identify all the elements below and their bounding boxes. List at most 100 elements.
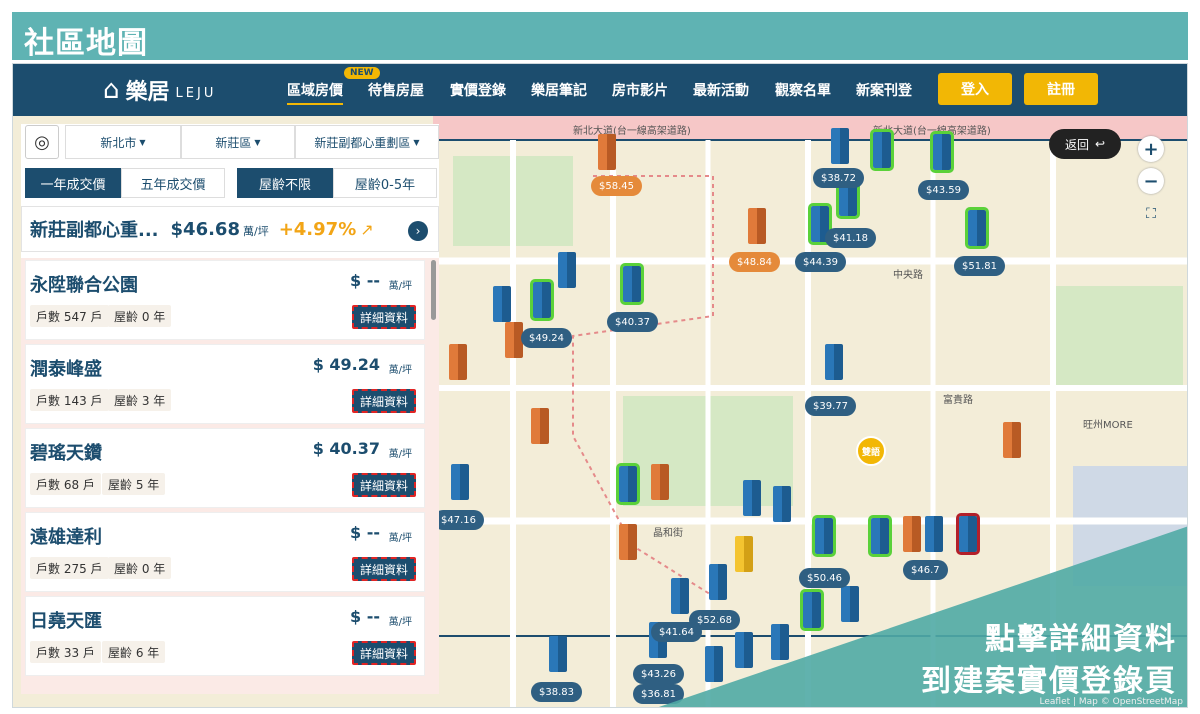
price-tag[interactable]: $48.84 <box>729 252 780 272</box>
age-tag: 屋齡 0 年 <box>108 557 172 579</box>
age-0-5-button[interactable]: 屋齡0-5年 <box>333 168 437 198</box>
building-marker[interactable] <box>748 208 766 244</box>
summary-name: 新莊副都心重... <box>30 220 159 241</box>
detail-button[interactable]: 詳細資料 <box>351 389 416 413</box>
navbar: ⌂ 樂居 LEJU 區域房價 NEW 待售房屋 實價登錄 樂居筆記 房市影片 最… <box>13 64 1187 116</box>
list-item[interactable]: 碧瑤天鑽 $ 40.37 萬/坪 戶數 68 戶 屋齡 5 年 詳細資料 <box>25 428 425 508</box>
age-tag: 屋齡 0 年 <box>108 305 172 327</box>
price-tag[interactable]: $47.16 <box>433 510 484 530</box>
nav-new-listing[interactable]: 新案刊登 <box>856 80 912 100</box>
app-window: ⌂ 樂居 LEJU 區域房價 NEW 待售房屋 實價登錄 樂居筆記 房市影片 最… <box>12 63 1188 708</box>
street-label: 中央路 <box>893 270 923 281</box>
city-select[interactable]: 新北市 ▼ <box>65 125 181 159</box>
households-tag: 戶數 547 戶 <box>30 305 109 327</box>
new-badge: NEW <box>344 67 380 79</box>
price-tag[interactable]: $49.24 <box>521 328 572 348</box>
listing-unit: 萬/坪 <box>388 281 412 292</box>
area-value: 新莊副都心重劃區 <box>314 135 411 150</box>
building-marker[interactable] <box>549 636 567 672</box>
caption-line-2: 到建案實價登錄頁 <box>921 664 1177 699</box>
building-marker[interactable] <box>930 131 954 173</box>
list-scrollbar[interactable] <box>431 260 436 320</box>
building-marker[interactable] <box>651 464 669 500</box>
price-tag[interactable]: $40.37 <box>607 312 658 332</box>
building-marker[interactable] <box>451 464 469 500</box>
register-button[interactable]: 註冊 <box>1024 73 1098 105</box>
summary-unit: 萬/坪 <box>242 225 269 238</box>
listing-list[interactable]: 永陞聯合公園 $ -- 萬/坪 戶數 547 戶 屋齡 0 年 詳細資料 潤泰峰… <box>21 258 439 694</box>
price-tag[interactable]: $44.39 <box>795 252 846 272</box>
area-select[interactable]: 新莊副都心重劃區 ▼ <box>295 125 439 159</box>
building-marker[interactable] <box>530 279 554 321</box>
building-marker[interactable] <box>449 344 467 380</box>
banner-title: 社區地圖 <box>24 26 148 61</box>
fullscreen-icon[interactable]: ⛶ <box>1139 202 1163 226</box>
street-label: 富貴路 <box>943 395 973 406</box>
zoom-out-button[interactable]: − <box>1138 168 1164 194</box>
school-pin-icon[interactable]: 雙語 <box>856 436 886 466</box>
age-tag: 屋齡 3 年 <box>108 389 172 411</box>
summary-change: +4.97% <box>278 218 357 240</box>
district-select[interactable]: 新莊區 ▼ <box>181 125 295 159</box>
building-marker[interactable] <box>743 480 761 516</box>
side-panel: ◎ 新北市 ▼ 新莊區 ▼ 新莊副都心重劃區 ▼ 一年成交價 五年成交價 屋齡不限 屋… <box>21 124 439 694</box>
price-tag[interactable]: $41.18 <box>825 228 876 248</box>
building-marker[interactable] <box>1003 422 1021 458</box>
price-tag[interactable]: $58.45 <box>591 176 642 196</box>
title-banner: 社區地圖 <box>12 12 1188 61</box>
chevron-down-icon: ▼ <box>139 137 146 147</box>
area-summary[interactable]: 新莊副都心重... $46.68 萬/坪 +4.97% ↗ › <box>21 206 439 252</box>
city-value: 新北市 <box>100 135 137 150</box>
period-five-year-button[interactable]: 五年成交價 <box>121 168 225 198</box>
nav-notes[interactable]: 樂居筆記 <box>531 80 587 100</box>
building-marker[interactable] <box>531 408 549 444</box>
nav-region-price[interactable]: 區域房價 <box>287 80 343 105</box>
list-item[interactable]: 永陞聯合公園 $ -- 萬/坪 戶數 547 戶 屋齡 0 年 詳細資料 <box>25 260 425 340</box>
detail-button[interactable]: 詳細資料 <box>351 641 416 665</box>
price-tag[interactable]: $38.83 <box>531 682 582 702</box>
listing-price: $ 49.24 <box>312 355 380 374</box>
list-item[interactable]: 潤泰峰盛 $ 49.24 萬/坪 戶數 143 戶 屋齡 3 年 詳細資料 <box>25 344 425 424</box>
listing-name: 潤泰峰盛 <box>30 359 102 380</box>
price-tag[interactable]: $38.72 <box>813 168 864 188</box>
price-tag[interactable]: $43.59 <box>918 180 969 200</box>
nav-events[interactable]: 最新活動 <box>693 80 749 100</box>
building-marker[interactable] <box>825 344 843 380</box>
building-marker[interactable] <box>773 486 791 522</box>
building-marker[interactable] <box>619 524 637 560</box>
nav-watchlist[interactable]: 觀察名單 <box>775 80 831 100</box>
building-marker[interactable] <box>620 263 644 305</box>
listing-price: $ 40.37 <box>312 439 380 458</box>
zoom-in-button[interactable]: + <box>1138 136 1164 162</box>
building-marker[interactable] <box>870 129 894 171</box>
list-item[interactable]: 遠雄達利 $ -- 萬/坪 戶數 275 戶 屋齡 0 年 詳細資料 <box>25 512 425 592</box>
building-marker[interactable] <box>831 128 849 164</box>
login-button[interactable]: 登入 <box>938 73 1012 105</box>
listing-unit: 萬/坪 <box>388 449 412 460</box>
price-tag[interactable]: $39.77 <box>805 396 856 416</box>
nav-actual-price[interactable]: 實價登錄 <box>450 80 506 100</box>
nav-videos[interactable]: 房市影片 <box>612 80 668 100</box>
age-any-button[interactable]: 屋齡不限 <box>237 168 333 198</box>
detail-button[interactable]: 詳細資料 <box>351 557 416 581</box>
chevron-right-icon[interactable]: › <box>408 221 428 241</box>
building-marker[interactable] <box>493 286 511 322</box>
households-tag: 戶數 143 戶 <box>30 389 109 411</box>
price-tag[interactable]: $51.81 <box>954 256 1005 276</box>
list-item[interactable]: 日堯天匯 $ -- 萬/坪 戶數 33 戶 屋齡 6 年 詳細資料 <box>25 596 425 676</box>
map-attribution[interactable]: Leaflet | Map © OpenStreetMap <box>1040 697 1184 707</box>
logo-text-cn: 樂居 <box>125 80 170 105</box>
listing-unit: 萬/坪 <box>388 365 412 376</box>
logo[interactable]: ⌂ 樂居 LEJU <box>103 74 216 106</box>
building-marker[interactable] <box>965 207 989 249</box>
locate-icon[interactable]: ◎ <box>25 125 59 159</box>
listing-name: 遠雄達利 <box>30 527 102 548</box>
building-marker[interactable] <box>598 134 616 170</box>
detail-button[interactable]: 詳細資料 <box>351 305 416 329</box>
back-button[interactable]: 返回 ↩ <box>1049 129 1121 159</box>
period-one-year-button[interactable]: 一年成交價 <box>25 168 121 198</box>
nav-for-sale[interactable]: 待售房屋 <box>368 80 424 100</box>
building-marker[interactable] <box>558 252 576 288</box>
building-marker[interactable] <box>616 463 640 505</box>
detail-button[interactable]: 詳細資料 <box>351 473 416 497</box>
